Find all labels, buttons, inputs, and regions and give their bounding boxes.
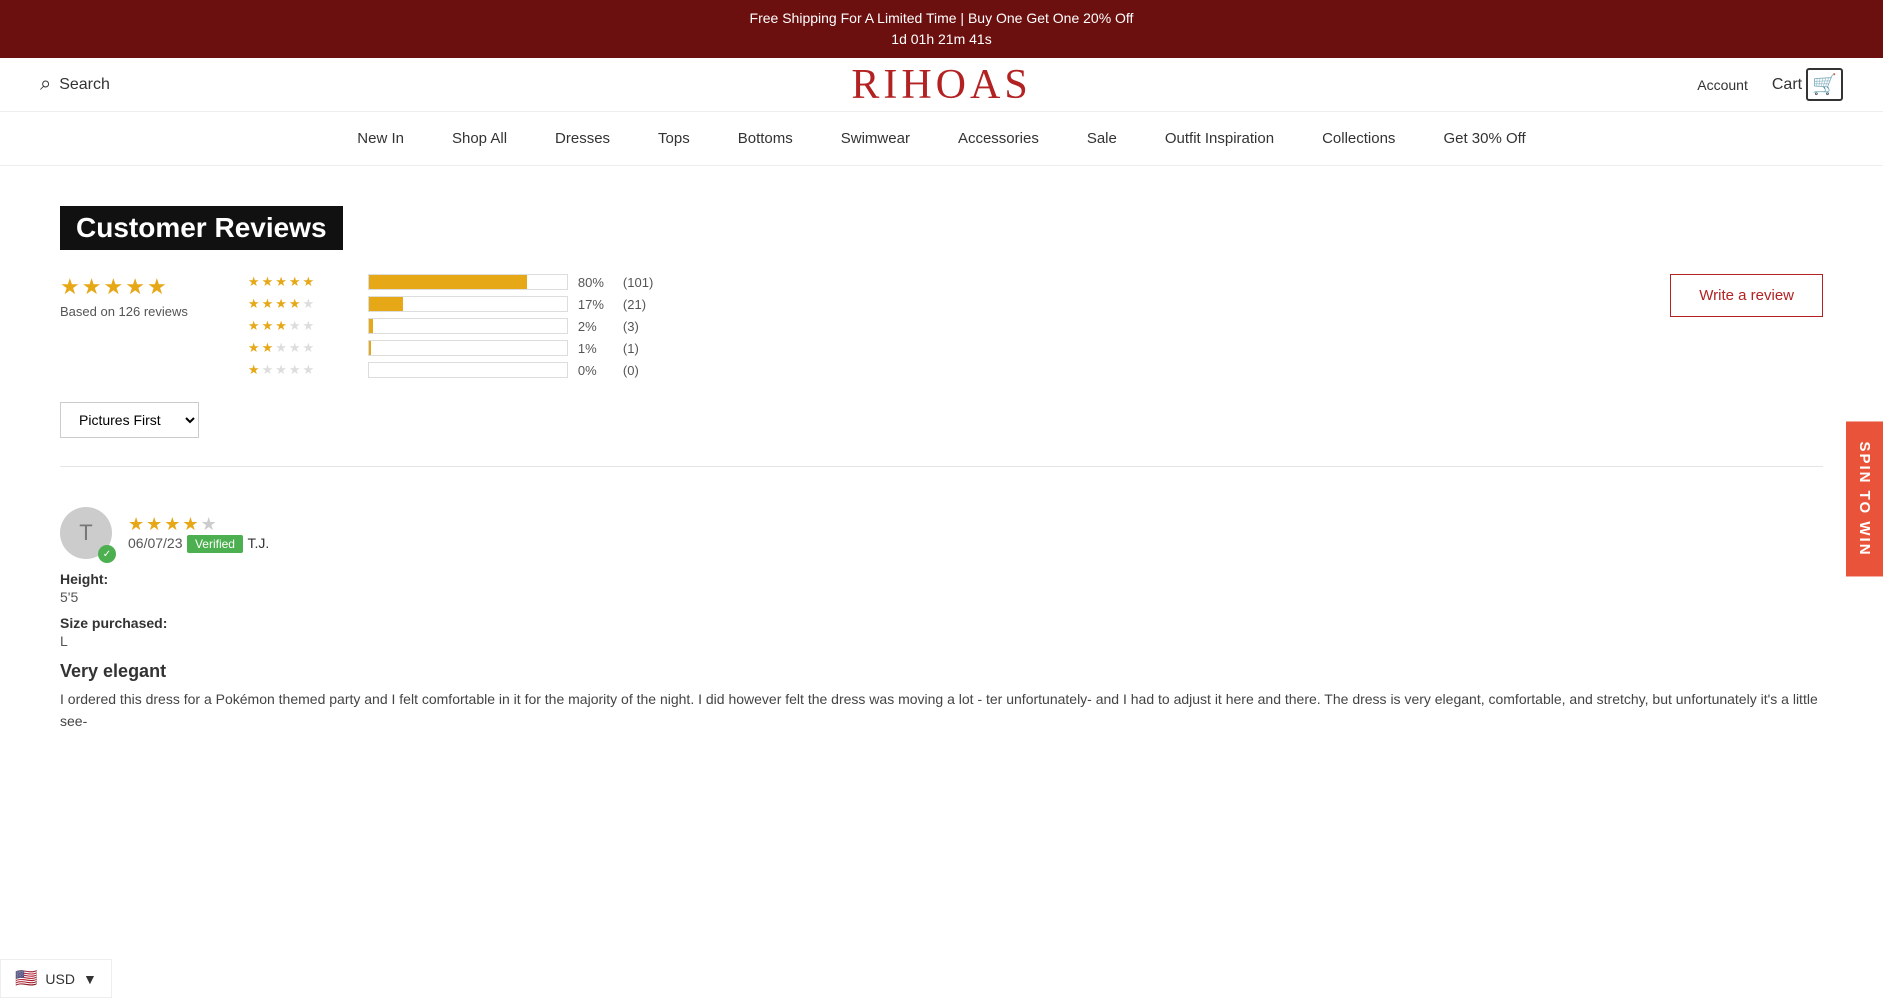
rating-bars: ★★★★★ 80% (101) ★★★★★ 17% (21) (248, 274, 653, 378)
avatar-letter: T (79, 520, 92, 546)
main-nav: New In Shop All Dresses Tops Bottoms Swi… (0, 112, 1883, 166)
bar-container-4 (368, 296, 568, 312)
reviewer-name: T.J. (247, 535, 269, 551)
bar-container-2 (368, 340, 568, 356)
bar-container-3 (368, 318, 568, 334)
nav-item-shop-all[interactable]: Shop All (452, 130, 507, 147)
review-stars: ★ ★ ★ ★ ★ (128, 514, 269, 535)
header: ⌕ Search RIHOAS Account Cart 🛒 (0, 58, 1883, 112)
star-5: ★ (147, 274, 167, 300)
r-star-5: ★ (201, 514, 217, 535)
currency-code: USD (45, 971, 75, 987)
review-date: 06/07/23 (128, 535, 183, 551)
reviews-summary: ★ ★ ★ ★ ★ Based on 126 reviews ★★★★★ 80%… (60, 274, 1823, 378)
sort-select[interactable]: Pictures First Most Recent Highest Rated… (60, 402, 199, 438)
height-label: Height: (60, 571, 108, 587)
nav-item-outfit-inspiration[interactable]: Outfit Inspiration (1165, 130, 1274, 147)
banner-line2: 1d 01h 21m 41s (0, 29, 1883, 50)
based-on-label: Based on 126 reviews (60, 304, 188, 319)
size-value: L (60, 633, 68, 649)
review-body: I ordered this dress for a Pokémon theme… (60, 688, 1823, 733)
avatar: T ✓ (60, 507, 112, 559)
top-banner: Free Shipping For A Limited Time | Buy O… (0, 0, 1883, 58)
bar-pct-1: 0% (578, 363, 613, 378)
logo[interactable]: RIHOAS (851, 61, 1031, 109)
review-stars-date: ★ ★ ★ ★ ★ 06/07/23 Verified T.J. (128, 514, 269, 553)
bar-pct-2: 1% (578, 341, 613, 356)
currency-dropdown-icon: ▼ (83, 971, 97, 987)
nav-item-get-30-off[interactable]: Get 30% Off (1443, 130, 1525, 147)
search-button[interactable]: ⌕ Search (40, 73, 110, 96)
r-star-3: ★ (164, 514, 180, 535)
r-star-1: ★ (128, 514, 144, 535)
banner-line1: Free Shipping For A Limited Time | Buy O… (0, 8, 1883, 29)
cart-icon: 🛒 (1806, 68, 1843, 101)
spin-to-win-panel[interactable]: SPIN TO WIN (1846, 421, 1883, 576)
bar-row-3: ★★★★★ 2% (3) (248, 318, 653, 334)
r-star-2: ★ (146, 514, 162, 535)
bar-fill-3 (369, 319, 373, 333)
review-size-field: Size purchased: L (60, 615, 1823, 651)
bar-container-5 (368, 274, 568, 290)
review-title: Very elegant (60, 661, 1823, 682)
bar-count-1: (0) (623, 363, 639, 378)
currency-selector[interactable]: 🇺🇸 USD ▼ (0, 959, 112, 998)
review-item: T ✓ ★ ★ ★ ★ ★ 06/07/23 Verified T.J. Hei… (60, 487, 1823, 753)
bar-row-2: ★★★★★ 1% (1) (248, 340, 653, 356)
search-icon: ⌕ (40, 73, 51, 96)
bar-row-1: ★★★★★ 0% (0) (248, 362, 653, 378)
r-star-4: ★ (182, 514, 198, 535)
bar-count-3: (3) (623, 319, 639, 334)
cart-button[interactable]: Cart 🛒 (1772, 68, 1843, 101)
bar-fill-4 (369, 297, 403, 311)
verified-check-icon: ✓ (98, 545, 116, 563)
size-label: Size purchased: (60, 615, 167, 631)
currency-flag: 🇺🇸 (15, 968, 37, 989)
bar-row-4: ★★★★★ 17% (21) (248, 296, 653, 312)
bar-row-5: ★★★★★ 80% (101) (248, 274, 653, 290)
bar-container-1 (368, 362, 568, 378)
height-value: 5'5 (60, 589, 78, 605)
main-content: Customer Reviews ★ ★ ★ ★ ★ Based on 126 … (0, 166, 1883, 793)
bar-pct-5: 80% (578, 275, 613, 290)
bar-pct-3: 2% (578, 319, 613, 334)
bar-fill-5 (369, 275, 527, 289)
search-label: Search (59, 76, 110, 94)
bar-fill-2 (369, 341, 371, 355)
bar-count-4: (21) (623, 297, 646, 312)
nav-item-collections[interactable]: Collections (1322, 130, 1395, 147)
review-height-field: Height: 5'5 (60, 571, 1823, 607)
nav-item-accessories[interactable]: Accessories (958, 130, 1039, 147)
star-4: ★ (125, 274, 145, 300)
nav-item-new-in[interactable]: New In (357, 130, 404, 147)
verified-label: Verified (187, 535, 243, 553)
nav-item-swimwear[interactable]: Swimwear (841, 130, 910, 147)
nav-item-dresses[interactable]: Dresses (555, 130, 610, 147)
account-link[interactable]: Account (1697, 77, 1748, 93)
header-right: Account Cart 🛒 (1697, 68, 1843, 101)
review-meta: T ✓ ★ ★ ★ ★ ★ 06/07/23 Verified T.J. (60, 507, 1823, 559)
avg-stars: ★ ★ ★ ★ ★ (60, 274, 188, 300)
star-2: ★ (82, 274, 102, 300)
star-3: ★ (103, 274, 123, 300)
cart-label: Cart (1772, 76, 1802, 94)
write-review-button[interactable]: Write a review (1670, 274, 1823, 317)
reviews-title: Customer Reviews (60, 206, 343, 250)
nav-item-tops[interactable]: Tops (658, 130, 690, 147)
bar-pct-4: 17% (578, 297, 613, 312)
avg-rating-block: ★ ★ ★ ★ ★ Based on 126 reviews (60, 274, 188, 319)
bar-count-2: (1) (623, 341, 639, 356)
bar-count-5: (101) (623, 275, 653, 290)
nav-item-bottoms[interactable]: Bottoms (738, 130, 793, 147)
divider (60, 466, 1823, 467)
star-1: ★ (60, 274, 80, 300)
nav-item-sale[interactable]: Sale (1087, 130, 1117, 147)
sort-row: Pictures First Most Recent Highest Rated… (60, 402, 1823, 438)
